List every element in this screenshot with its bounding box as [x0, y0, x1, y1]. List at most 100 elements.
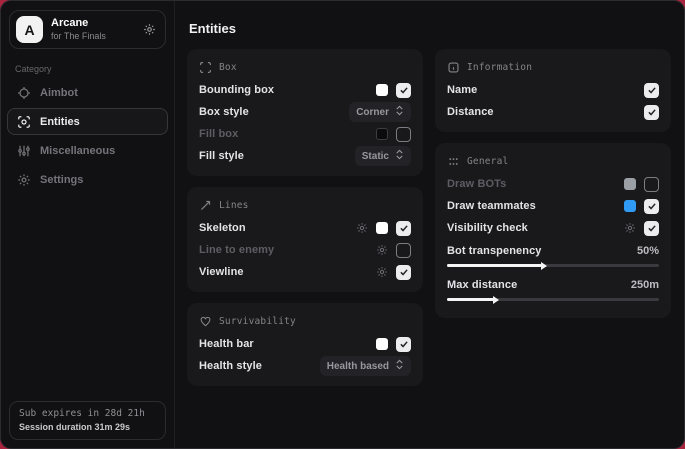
survivability-section-card: Survivability Health bar Health style [187, 303, 423, 386]
setting-row-health-bar: Health bar [199, 333, 411, 355]
setting-row-bot-transparency: Bot transpenency 50% [447, 241, 659, 261]
setting-row-health-style: Health style Health based [199, 355, 411, 377]
checkbox-checked[interactable] [644, 199, 659, 214]
sidebar: A Arcane for The Finals Category Aimbot [1, 1, 175, 448]
subscription-info-card: Sub expires in 28d 21h Session duration … [9, 401, 166, 440]
setting-row-draw-teammates: Draw teammates [447, 195, 659, 217]
sidebar-item-entities[interactable]: Entities [7, 108, 168, 135]
setting-row-bounding-box: Bounding box [199, 79, 411, 101]
box-style-dropdown[interactable]: Corner [349, 102, 411, 122]
gear-icon[interactable] [143, 23, 156, 36]
bounding-box-icon [199, 61, 212, 74]
max-distance-slider[interactable] [447, 298, 659, 301]
information-section-card: Information Name Distance [435, 49, 671, 132]
setting-label: Viewline [199, 266, 244, 278]
chevron-updown-icon [395, 105, 404, 119]
setting-label: Fill style [199, 150, 244, 162]
category-label: Category [15, 64, 174, 74]
sliders-icon [17, 144, 31, 158]
section-title: General [467, 156, 508, 167]
diagonal-line-icon [199, 199, 212, 212]
color-swatch[interactable] [376, 84, 388, 96]
checkbox-checked[interactable] [644, 221, 659, 236]
sidebar-item-settings[interactable]: Settings [7, 166, 168, 193]
color-swatch[interactable] [624, 200, 636, 212]
box-section-card: Box Bounding box Box style [187, 49, 423, 176]
health-style-dropdown[interactable]: Health based [320, 356, 411, 376]
checkbox-checked[interactable] [396, 221, 411, 236]
sidebar-item-miscellaneous[interactable]: Miscellaneous [7, 137, 168, 164]
chevron-updown-icon [395, 149, 404, 163]
main-content: Entities Box Bounding box [175, 1, 685, 448]
lines-section-card: Lines Skeleton [187, 187, 423, 292]
checkbox-checked[interactable] [644, 105, 659, 120]
setting-label: Visibility check [447, 222, 528, 234]
chevron-updown-icon [395, 359, 404, 373]
setting-row-distance: Distance [447, 101, 659, 123]
slider-value: 50% [637, 245, 659, 257]
setting-row-viewline: Viewline [199, 261, 411, 283]
setting-label: Distance [447, 106, 494, 118]
checkbox-unchecked[interactable] [644, 177, 659, 192]
setting-label: Fill box [199, 128, 238, 140]
checkbox-checked[interactable] [644, 83, 659, 98]
slider-value: 250m [631, 279, 659, 291]
checkbox-unchecked[interactable] [396, 127, 411, 142]
checkbox-checked[interactable] [396, 265, 411, 280]
setting-label: Health style [199, 360, 262, 372]
gear-icon[interactable] [356, 222, 368, 234]
setting-row-visibility-check: Visibility check [447, 217, 659, 239]
setting-row-fill-style: Fill style Static [199, 145, 411, 167]
setting-label: Bounding box [199, 84, 274, 96]
checkbox-unchecked[interactable] [396, 243, 411, 258]
color-swatch[interactable] [376, 222, 388, 234]
app-logo: A [16, 16, 43, 43]
sidebar-item-label: Aimbot [40, 87, 78, 99]
app-logo-card: A Arcane for The Finals [9, 10, 166, 49]
setting-label: Skeleton [199, 222, 246, 234]
grid-dots-icon [447, 155, 460, 168]
fill-style-dropdown[interactable]: Static [355, 146, 411, 166]
color-swatch[interactable] [376, 338, 388, 350]
setting-label: Health bar [199, 338, 254, 350]
checkbox-checked[interactable] [396, 83, 411, 98]
gear-icon [17, 173, 31, 187]
section-title: Box [219, 62, 237, 73]
gear-icon[interactable] [624, 222, 636, 234]
sidebar-item-label: Entities [40, 116, 80, 128]
setting-label: Draw BOTs [447, 178, 506, 190]
sub-expiry-text: Sub expires in 28d 21h [19, 408, 156, 419]
heart-pulse-icon [199, 315, 212, 328]
crosshair-icon [17, 86, 31, 100]
color-swatch[interactable] [376, 128, 388, 140]
setting-label: Name [447, 84, 477, 96]
setting-label: Line to enemy [199, 244, 274, 256]
sidebar-item-label: Miscellaneous [40, 145, 115, 157]
setting-label: Max distance [447, 279, 517, 291]
slider-fill[interactable] [447, 264, 542, 267]
bot-transparency-slider[interactable] [447, 264, 659, 267]
gear-icon[interactable] [376, 244, 388, 256]
checkbox-checked[interactable] [396, 337, 411, 352]
info-scan-icon [447, 61, 460, 74]
section-title: Information [467, 62, 532, 73]
section-title: Lines [219, 200, 249, 211]
slider-fill[interactable] [447, 298, 494, 301]
app-window: A Arcane for The Finals Category Aimbot [0, 0, 685, 449]
color-swatch[interactable] [624, 178, 636, 190]
setting-row-box-style: Box style Corner [199, 101, 411, 123]
section-title: Survivability [219, 316, 296, 327]
setting-label: Box style [199, 106, 249, 118]
setting-row-line-to-enemy: Line to enemy [199, 239, 411, 261]
setting-row-fill-box: Fill box [199, 123, 411, 145]
page-title: Entities [189, 21, 671, 36]
session-duration-text: Session duration 31m 29s [19, 422, 156, 432]
setting-row-max-distance: Max distance 250m [447, 275, 659, 295]
gear-icon[interactable] [376, 266, 388, 278]
scan-icon [17, 115, 31, 129]
setting-label: Bot transpenency [447, 245, 542, 257]
setting-row-skeleton: Skeleton [199, 217, 411, 239]
setting-label: Draw teammates [447, 200, 536, 212]
sidebar-item-aimbot[interactable]: Aimbot [7, 79, 168, 106]
setting-row-draw-bots: Draw BOTs [447, 173, 659, 195]
